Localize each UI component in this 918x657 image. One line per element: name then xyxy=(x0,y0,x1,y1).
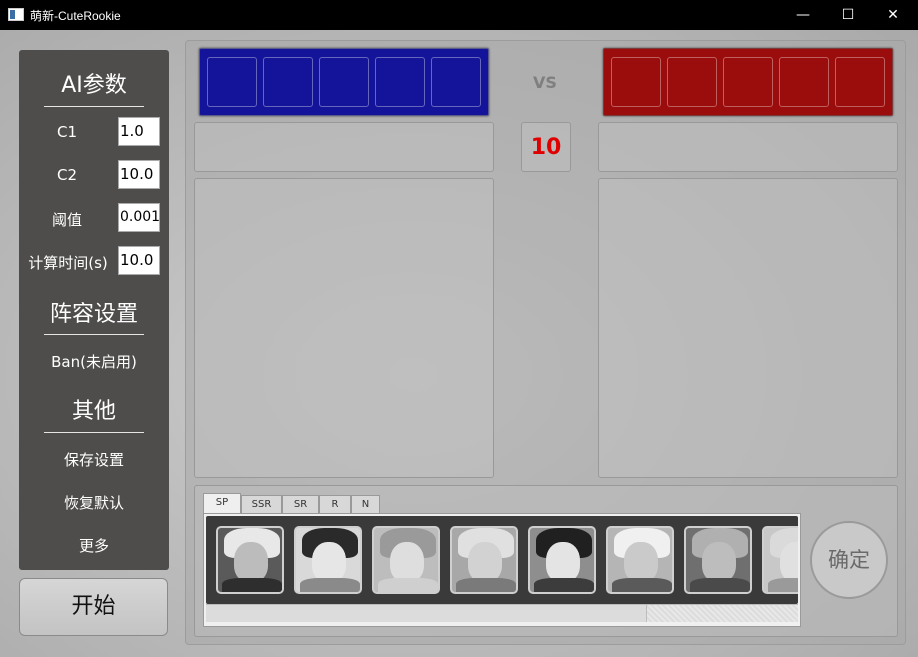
red-team-slots xyxy=(603,48,893,116)
c2-label: C2 xyxy=(56,166,78,184)
app-icon xyxy=(8,8,24,21)
save-settings-button[interactable]: 保存设置 xyxy=(19,449,169,470)
tab-sr[interactable]: SR xyxy=(282,495,319,514)
ai-params-title: AI参数 xyxy=(61,73,127,98)
blue-detail-panel xyxy=(194,178,494,478)
divider xyxy=(44,432,144,433)
hero-card[interactable] xyxy=(528,526,596,594)
window-title: 萌新-CuteRookie xyxy=(30,9,121,23)
blue-slot[interactable] xyxy=(431,57,481,107)
red-slot[interactable] xyxy=(779,57,829,107)
lineup-settings-title: 阵容设置 xyxy=(49,302,138,327)
blue-slot[interactable] xyxy=(375,57,425,107)
vs-label: VS xyxy=(533,73,557,92)
red-slot[interactable] xyxy=(835,57,885,107)
blue-slot[interactable] xyxy=(207,57,257,107)
compute-time-input[interactable]: 10.0 xyxy=(118,246,160,275)
compute-time-label: 计算时间(s) xyxy=(28,254,108,272)
red-info-box xyxy=(598,122,898,172)
red-slot[interactable] xyxy=(611,57,661,107)
hero-card[interactable] xyxy=(450,526,518,594)
threshold-input[interactable]: 0.001 xyxy=(118,203,160,232)
confirm-button[interactable]: 确定 xyxy=(810,521,888,599)
blue-team-slots xyxy=(199,48,489,116)
hero-card[interactable] xyxy=(762,526,798,594)
divider xyxy=(44,106,144,107)
divider xyxy=(44,334,144,335)
hero-card[interactable] xyxy=(606,526,674,594)
c1-label: C1 xyxy=(56,123,78,141)
hero-card[interactable] xyxy=(294,526,362,594)
start-button[interactable]: 开始 xyxy=(19,578,168,636)
sidebar: AI参数 C1 1.0 C2 10.0 阈值 0.001 计算时间(s) 10.… xyxy=(19,50,169,570)
blue-slot[interactable] xyxy=(263,57,313,107)
red-slot[interactable] xyxy=(723,57,773,107)
threshold-label: 阈值 xyxy=(51,211,82,229)
hero-card[interactable] xyxy=(372,526,440,594)
hero-list-scrollbar[interactable] xyxy=(206,604,798,622)
more-button[interactable]: 更多 xyxy=(19,535,169,556)
c1-input[interactable]: 1.0 xyxy=(118,117,160,146)
c2-input[interactable]: 10.0 xyxy=(118,160,160,189)
hero-card[interactable] xyxy=(684,526,752,594)
tab-sp[interactable]: SP xyxy=(203,493,241,515)
scrollbar-thumb[interactable] xyxy=(206,605,647,622)
other-title: 其他 xyxy=(71,399,116,424)
tab-ssr[interactable]: SSR xyxy=(241,495,282,514)
close-button[interactable]: ✕ xyxy=(870,0,916,30)
blue-slot[interactable] xyxy=(319,57,369,107)
restore-defaults-button[interactable]: 恢复默认 xyxy=(19,492,169,513)
red-slot[interactable] xyxy=(667,57,717,107)
title-bar: 萌新-CuteRookie — ☐ ✕ xyxy=(0,0,918,30)
blue-info-box xyxy=(194,122,494,172)
tab-r[interactable]: R xyxy=(319,495,351,514)
ban-button[interactable]: Ban(未启用) xyxy=(19,351,169,372)
round-counter: 10 xyxy=(521,122,571,172)
hero-list xyxy=(206,516,798,604)
tab-n[interactable]: N xyxy=(351,495,380,514)
minimize-button[interactable]: — xyxy=(780,0,826,30)
red-detail-panel xyxy=(598,178,898,478)
maximize-button[interactable]: ☐ xyxy=(825,0,871,30)
hero-card[interactable] xyxy=(216,526,284,594)
